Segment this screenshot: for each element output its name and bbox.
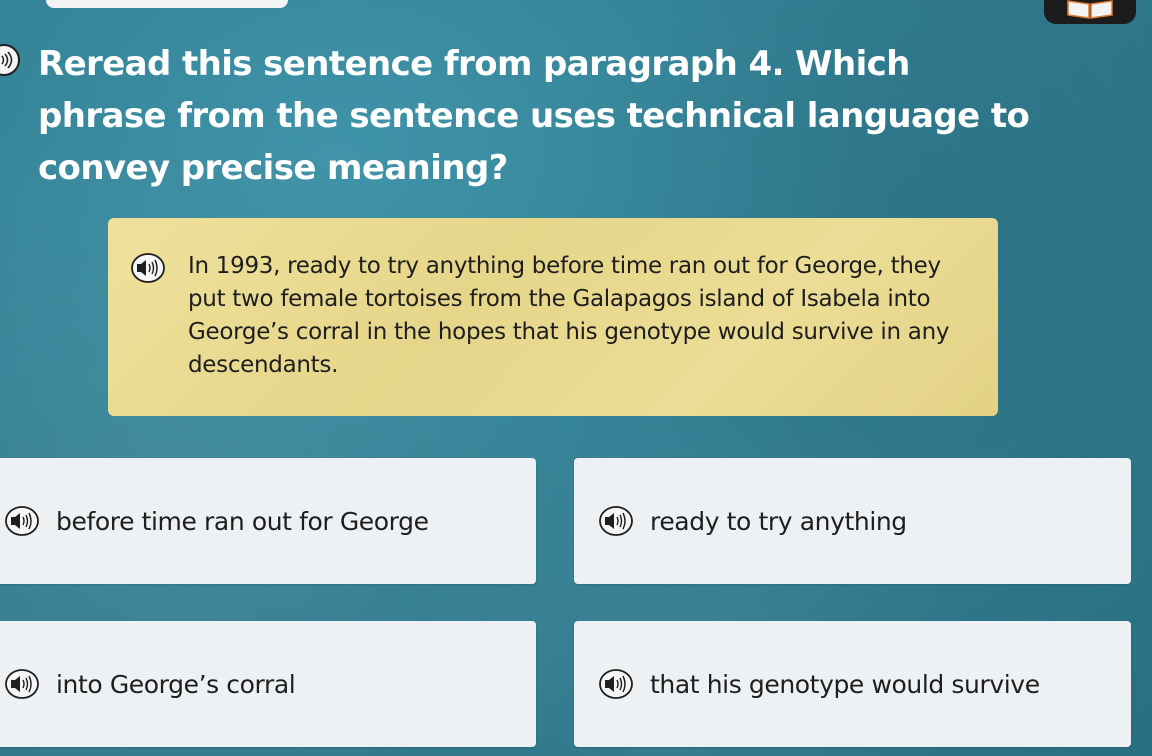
question-audio-button[interactable] — [0, 44, 20, 76]
speaker-icon[interactable] — [4, 505, 40, 537]
book-icon — [1067, 0, 1113, 19]
answer-choice-c[interactable]: into George’s corral — [0, 621, 536, 747]
sound-waves-icon — [1, 51, 13, 69]
answer-choice-label: ready to try anything — [650, 506, 907, 536]
answer-choice-d[interactable]: that his genotype would survive — [574, 621, 1131, 747]
speaker-icon[interactable] — [598, 668, 634, 700]
question-prompt: Reread this sentence from paragraph 4. W… — [38, 44, 1030, 188]
answer-choice-label: into George’s corral — [56, 669, 296, 699]
top-tab[interactable] — [46, 0, 288, 8]
speaker-icon[interactable] — [4, 668, 40, 700]
speaker-icon[interactable] — [130, 252, 166, 284]
speaker-icon[interactable] — [598, 505, 634, 537]
answer-choice-b[interactable]: ready to try anything — [574, 458, 1131, 584]
passage-excerpt: In 1993, ready to try anything before ti… — [108, 218, 998, 416]
glossary-button[interactable] — [1044, 0, 1136, 24]
answer-choice-label: before time ran out for George — [56, 506, 429, 536]
answer-choice-label: that his genotype would survive — [650, 669, 1040, 699]
passage-text: In 1993, ready to try anything before ti… — [188, 253, 950, 378]
answer-choice-a[interactable]: before time ran out for George — [0, 458, 536, 584]
